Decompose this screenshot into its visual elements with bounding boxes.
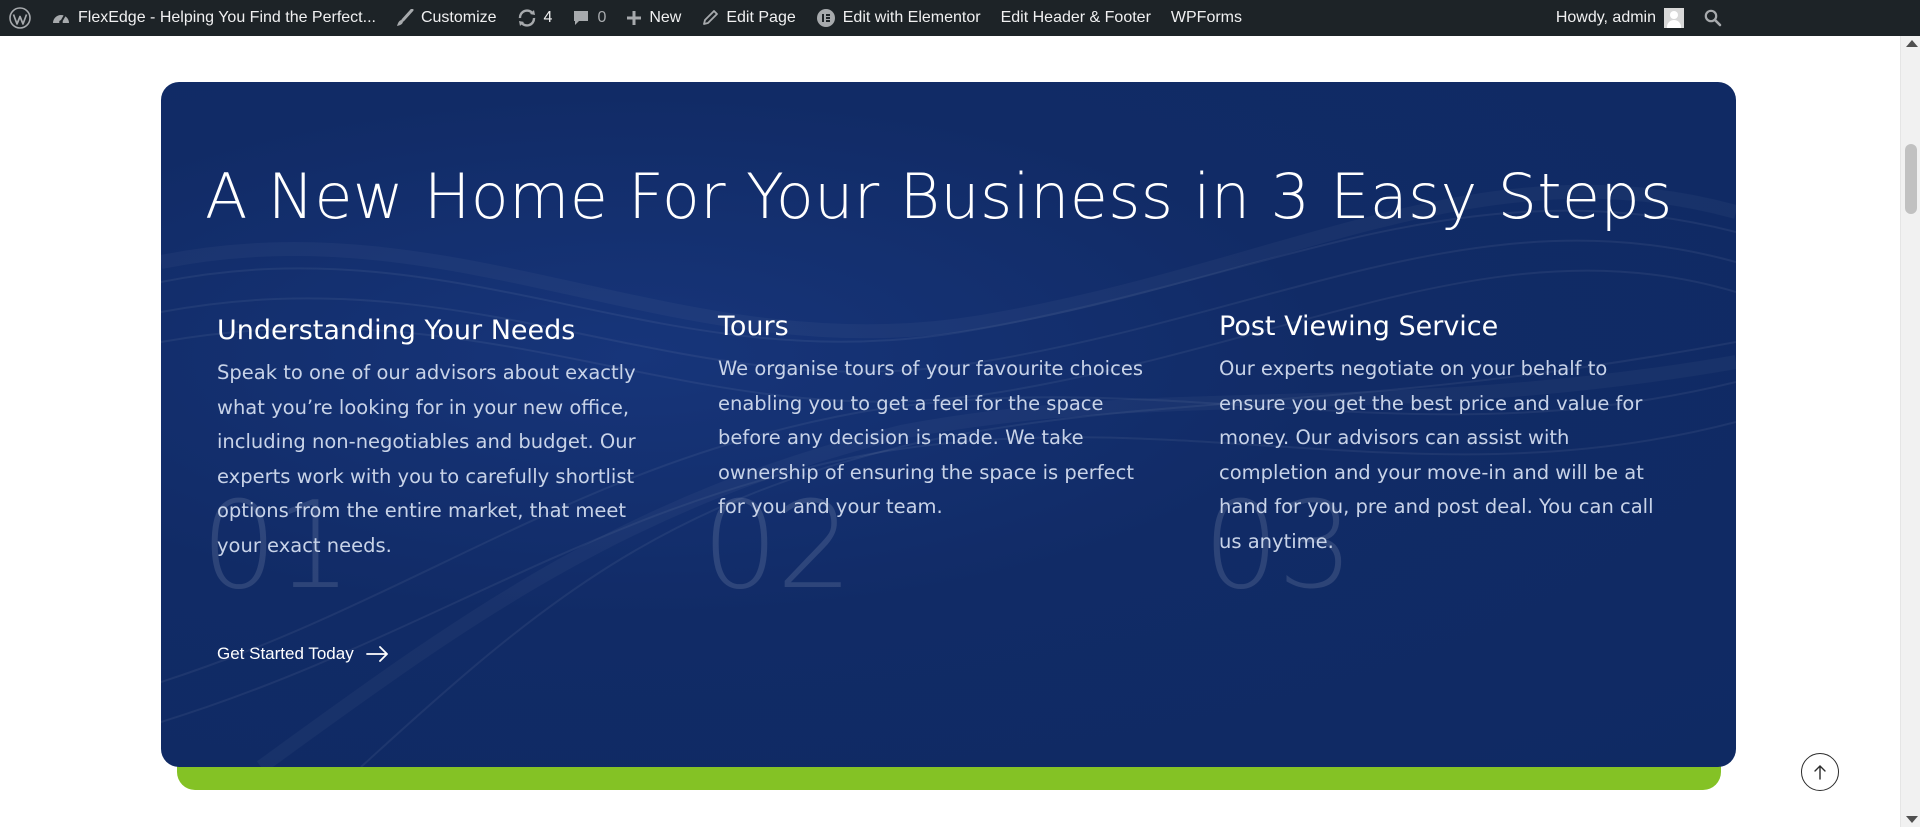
step-2: Tours We organise tours of your favourit… [718,311,1148,525]
step-1-text: Speak to one of our advisors about exact… [217,361,636,557]
page-scrollbar[interactable] [1900,36,1920,827]
new-content-button[interactable]: New [616,0,691,36]
step-2-title: Tours [718,311,789,342]
scroll-down-arrow[interactable] [1906,816,1918,823]
get-started-label: Get Started Today [217,644,354,663]
scroll-up-arrow[interactable] [1906,40,1918,47]
plus-icon [626,10,642,26]
edit-header-footer-label: Edit Header & Footer [1000,9,1151,26]
updates-button[interactable]: 4 [507,0,563,36]
section-headline: A New Home For Your Business in 3 Easy S… [205,160,1673,233]
new-label: New [649,9,682,26]
brush-icon [396,9,414,27]
avatar [1664,8,1684,28]
elementor-icon [816,8,836,28]
step-1: Understanding Your Needs Speak to one of… [217,315,657,563]
step-1-title: Understanding Your Needs [217,315,576,346]
edit-page-button[interactable]: Edit Page [691,0,805,36]
howdy-label: Howdy, admin [1555,9,1656,26]
wpforms-button[interactable]: WPForms [1161,0,1252,36]
step-3-text: Our experts negotiate on your behalf to … [1219,357,1654,553]
step-3-title: Post Viewing Service [1219,311,1499,342]
edit-with-elementor-button[interactable]: Edit with Elementor [806,0,991,36]
search-icon [1704,9,1722,27]
my-account-menu[interactable]: Howdy, admin [1546,0,1694,36]
step-3: Post Viewing Service Our experts negotia… [1219,311,1669,559]
comment-icon [572,9,590,27]
wordpress-logo-button[interactable] [0,0,41,36]
updates-count: 4 [543,9,553,26]
edit-header-footer-button[interactable]: Edit Header & Footer [991,0,1161,36]
step-2-text: We organise tours of your favourite choi… [718,357,1143,518]
admin-bar: FlexEdge - Helping You Find the Perfect.… [0,0,1920,36]
customize-label: Customize [420,9,497,26]
back-to-top-button[interactable] [1801,753,1839,791]
pencil-icon [701,9,719,27]
wordpress-icon [9,7,31,29]
customize-button[interactable]: Customize [386,0,507,36]
edit-page-label: Edit Page [726,9,796,26]
arrow-right-icon [365,645,390,663]
get-started-link[interactable]: Get Started Today [217,644,390,664]
admin-bar-secondary: Howdy, admin [1546,0,1732,36]
arrow-up-icon [1813,764,1827,780]
comments-count: 0 [597,9,607,26]
site-name-menu[interactable]: FlexEdge - Helping You Find the Perfect.… [41,0,386,36]
site-name-label: FlexEdge - Helping You Find the Perfect.… [78,9,376,26]
scrollbar-thumb[interactable] [1905,144,1917,214]
edit-elementor-label: Edit with Elementor [842,9,981,26]
updates-icon [517,9,537,27]
steps-hero-card: A New Home For Your Business in 3 Easy S… [161,82,1736,767]
wpforms-label: WPForms [1170,9,1242,26]
search-button[interactable] [1694,0,1732,36]
dashboard-icon [51,9,71,27]
comments-button[interactable]: 0 [562,0,616,36]
